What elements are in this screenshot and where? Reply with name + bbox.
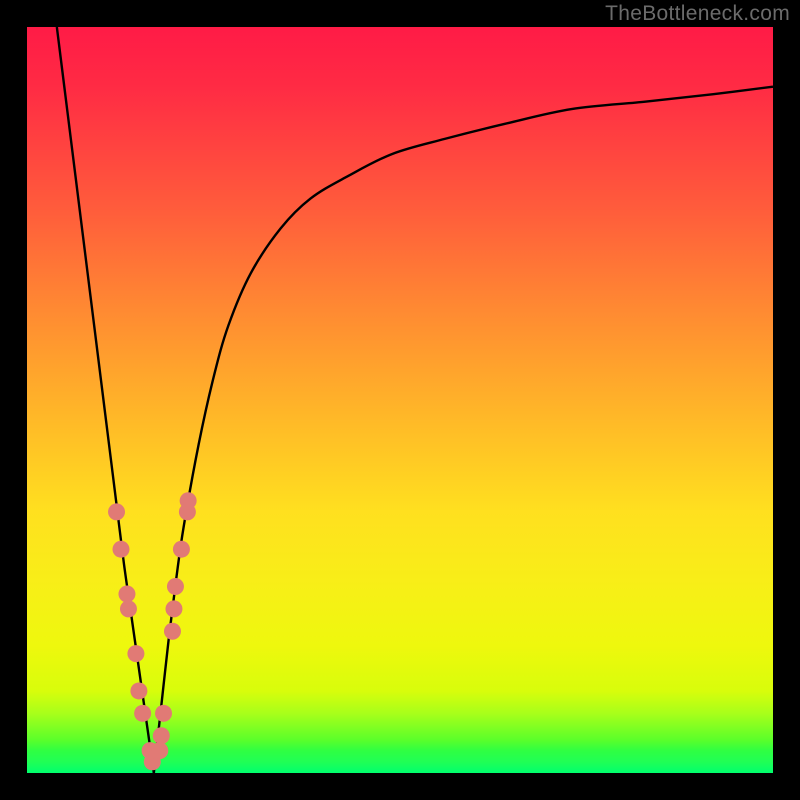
chart-marker (167, 578, 184, 595)
chart-plot-area (27, 27, 773, 773)
chart-marker (134, 705, 151, 722)
chart-frame: TheBottleneck.com (0, 0, 800, 800)
chart-marker (173, 541, 190, 558)
chart-marker (108, 503, 125, 520)
chart-marker (165, 600, 182, 617)
chart-marker (180, 492, 197, 509)
chart-marker (155, 705, 172, 722)
chart-marker (113, 541, 130, 558)
chart-marker (151, 742, 168, 759)
chart-marker (127, 645, 144, 662)
right-branch-curve (154, 87, 773, 773)
chart-svg (27, 27, 773, 773)
chart-marker (118, 585, 135, 602)
chart-marker (130, 682, 147, 699)
chart-marker (120, 600, 137, 617)
chart-marker (153, 727, 170, 744)
watermark-label: TheBottleneck.com (605, 2, 790, 26)
chart-marker (164, 623, 181, 640)
